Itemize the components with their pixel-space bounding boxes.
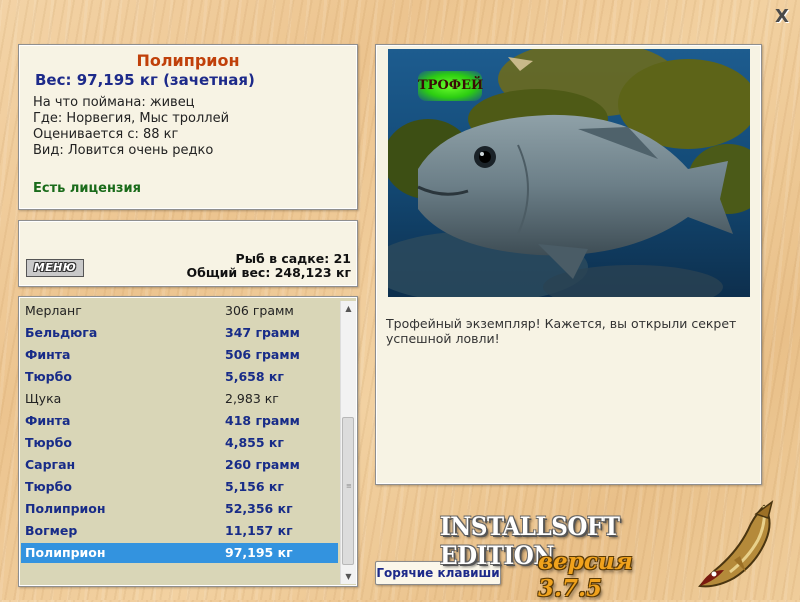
catch-fish-name: Сарган	[25, 457, 76, 472]
catch-list[interactable]: Мерланг 306 грамм Бельдюга 347 грамм Финта 50…	[18, 296, 358, 587]
catch-list-row[interactable]: Тюрбо 5,658 кг	[21, 367, 338, 387]
catch-fish-name: Финта	[25, 347, 71, 362]
catch-fish-weight: 347 грамм	[225, 325, 300, 340]
catch-fish-name: Полиприон	[25, 501, 106, 516]
pike-fish-logo	[698, 500, 774, 588]
catch-fish-weight: 260 грамм	[225, 457, 300, 472]
fish-photo: ТРОФЕЙ	[388, 49, 750, 297]
catch-list-row[interactable]: Финта 418 грамм	[21, 411, 338, 431]
list-scrollbar[interactable]: ▲ ≡ ▼	[340, 301, 356, 584]
catch-fish-name: Мерланг	[25, 303, 82, 318]
scroll-thumb[interactable]: ≡	[342, 417, 354, 565]
catch-fish-weight: 5,658 кг	[225, 369, 284, 384]
scroll-up-arrow-icon[interactable]: ▲	[341, 301, 356, 316]
total-weight: Общий вес: 248,123 кг	[186, 265, 352, 280]
catch-fish-name: Бельдюга	[25, 325, 98, 340]
catch-list-row[interactable]: Сарган 260 грамм	[21, 455, 338, 475]
catch-description: Трофейный экземпляр! Кажется, вы открыли…	[386, 316, 737, 346]
catch-fish-weight: 5,156 кг	[225, 479, 284, 494]
thumb-grip-icon: ≡	[346, 482, 352, 490]
fish-info-panel: Полиприон Вес: 97,195 кг (зачетная) На ч…	[18, 44, 358, 210]
catch-list-row[interactable]: Тюрбо 4,855 кг	[21, 433, 338, 453]
license-status: Есть лицензия	[33, 181, 141, 196]
fish-weight: Вес: 97,195 кг (зачетная)	[35, 71, 255, 89]
catch-fish-weight: 2,983 кг	[225, 391, 279, 406]
catch-list-row[interactable]: Полиприон 52,356 кг	[21, 499, 338, 519]
close-icon[interactable]: X	[772, 8, 792, 26]
valued-from-info: Оценивается с: 88 кг	[33, 127, 179, 142]
brand-logo: INSTALLSOFT EDITION версия 3.7.5	[440, 512, 685, 602]
catch-list-row[interactable]: Полиприон 97,195 кг	[21, 543, 338, 563]
scroll-down-arrow-icon[interactable]: ▼	[341, 569, 356, 584]
bait-info: На что поймана: живец	[33, 95, 195, 110]
catch-fish-name: Финта	[25, 413, 71, 428]
catch-list-row[interactable]: Вогмер 11,157 кг	[21, 521, 338, 541]
catch-fish-name: Тюрбо	[25, 435, 72, 450]
catch-list-row[interactable]: Щука 2,983 кг	[21, 389, 338, 409]
stats-summary: Рыб в садке: 21 Общий вес: 248,123 кг	[187, 252, 352, 280]
catch-fish-name: Вогмер	[25, 523, 78, 538]
fish-count: Рыб в садке: 21	[235, 251, 351, 266]
catch-fish-name: Щука	[25, 391, 62, 406]
catch-fish-name: Тюрбо	[25, 479, 72, 494]
rarity-info: Вид: Ловится очень редко	[33, 143, 214, 158]
catch-fish-weight: 418 грамм	[225, 413, 300, 428]
catch-fish-name: Тюрбо	[25, 369, 72, 384]
catch-fish-weight: 97,195 кг	[225, 545, 293, 560]
catch-fish-weight: 11,157 кг	[225, 523, 293, 538]
trophy-badge: ТРОФЕЙ	[418, 71, 483, 101]
fish-photo-panel: ТРОФЕЙ Трофейный экземпляр! Кажется, вы …	[375, 44, 762, 485]
menu-button[interactable]: МЕНЮ	[26, 259, 84, 277]
catch-fish-weight: 306 грамм	[225, 303, 294, 318]
catch-fish-weight: 506 грамм	[225, 347, 300, 362]
brand-version: версия 3.7.5	[538, 548, 633, 602]
fish-name-title: Полиприон	[136, 51, 240, 70]
catch-fish-weight: 52,356 кг	[225, 501, 293, 516]
catch-fish-name: Полиприон	[25, 545, 106, 560]
catch-list-row[interactable]: Финта 506 грамм	[21, 345, 338, 365]
location-info: Где: Норвегия, Мыс троллей	[33, 111, 230, 126]
catch-list-row[interactable]: Мерланг 306 грамм	[21, 301, 338, 321]
catch-list-row[interactable]: Тюрбо 5,156 кг	[21, 477, 338, 497]
catch-fish-weight: 4,855 кг	[225, 435, 284, 450]
catch-list-row[interactable]: Бельдюга 347 грамм	[21, 323, 338, 343]
stats-panel: МЕНЮ Рыб в садке: 21 Общий вес: 248,123 …	[18, 220, 358, 287]
